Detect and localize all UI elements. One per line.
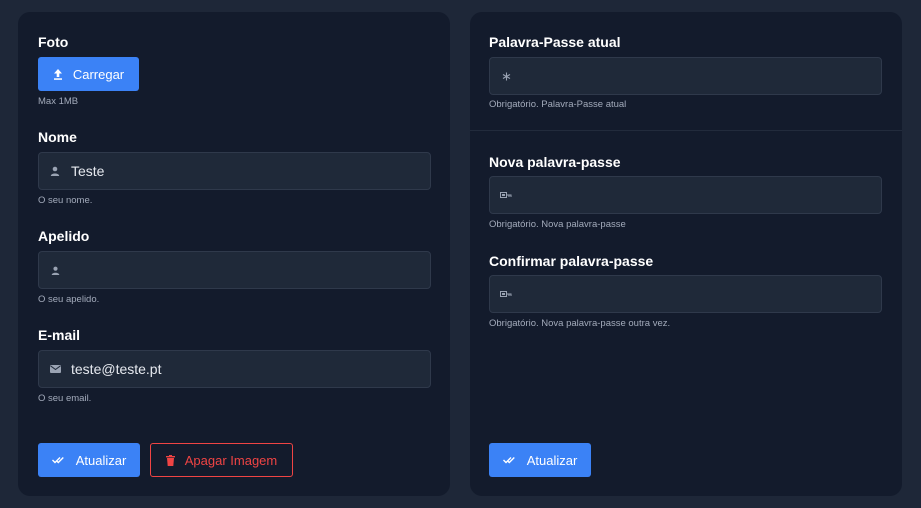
asterisk-icon [490, 71, 522, 81]
email-input[interactable] [71, 351, 430, 387]
name-field[interactable] [38, 152, 431, 190]
delete-image-button[interactable]: Apagar Imagem [150, 443, 293, 477]
surname-input[interactable] [71, 252, 430, 288]
current-password-label: Palavra-Passe atual [489, 34, 621, 50]
email-field[interactable] [38, 350, 431, 388]
surname-field[interactable] [38, 251, 431, 289]
current-password-field[interactable] [489, 57, 882, 95]
update-profile-button[interactable]: Atualizar [38, 443, 140, 477]
delete-image-label: Apagar Imagem [184, 452, 278, 468]
password-card: Palavra-Passe atual Obrigatório. Palavra… [470, 12, 902, 496]
update-password-label: Atualizar [526, 452, 578, 468]
name-hint: O seu nome. [38, 195, 93, 206]
update-profile-label: Atualizar [75, 452, 127, 468]
photo-label: Foto [38, 34, 69, 50]
user-icon [39, 266, 71, 275]
name-input[interactable] [71, 153, 430, 189]
key-icon [490, 190, 522, 200]
current-password-input[interactable] [522, 58, 881, 94]
envelope-icon [39, 365, 71, 373]
surname-hint: O seu apelido. [38, 294, 100, 305]
new-password-field[interactable] [489, 176, 882, 214]
upload-button-label: Carregar [72, 66, 125, 82]
confirm-password-label: Confirmar palavra-passe [489, 253, 654, 269]
upload-button[interactable]: Carregar [38, 57, 139, 91]
user-icon [39, 166, 71, 176]
upload-icon [53, 68, 63, 80]
trash-icon [165, 454, 175, 466]
new-password-input[interactable] [522, 177, 881, 213]
double-check-icon [502, 456, 517, 464]
double-check-icon [51, 456, 66, 464]
new-password-hint: Obrigatório. Nova palavra-passe [489, 219, 626, 230]
new-password-label: Nova palavra-passe [489, 154, 621, 170]
surname-label: Apelido [38, 228, 90, 244]
photo-hint: Max 1MB [38, 96, 79, 107]
update-password-button[interactable]: Atualizar [489, 443, 591, 477]
section-divider [470, 130, 902, 131]
confirm-password-input[interactable] [522, 276, 881, 312]
confirm-password-field[interactable] [489, 275, 882, 313]
key-icon [490, 289, 522, 299]
profile-card: Foto Carregar Max 1MB Nome O seu nome. A… [18, 12, 450, 496]
name-label: Nome [38, 129, 77, 145]
email-label: E-mail [38, 327, 81, 343]
email-hint: O seu email. [38, 393, 92, 404]
current-password-hint: Obrigatório. Palavra-Passe atual [489, 99, 627, 110]
confirm-password-hint: Obrigatório. Nova palavra-passe outra ve… [489, 318, 671, 329]
